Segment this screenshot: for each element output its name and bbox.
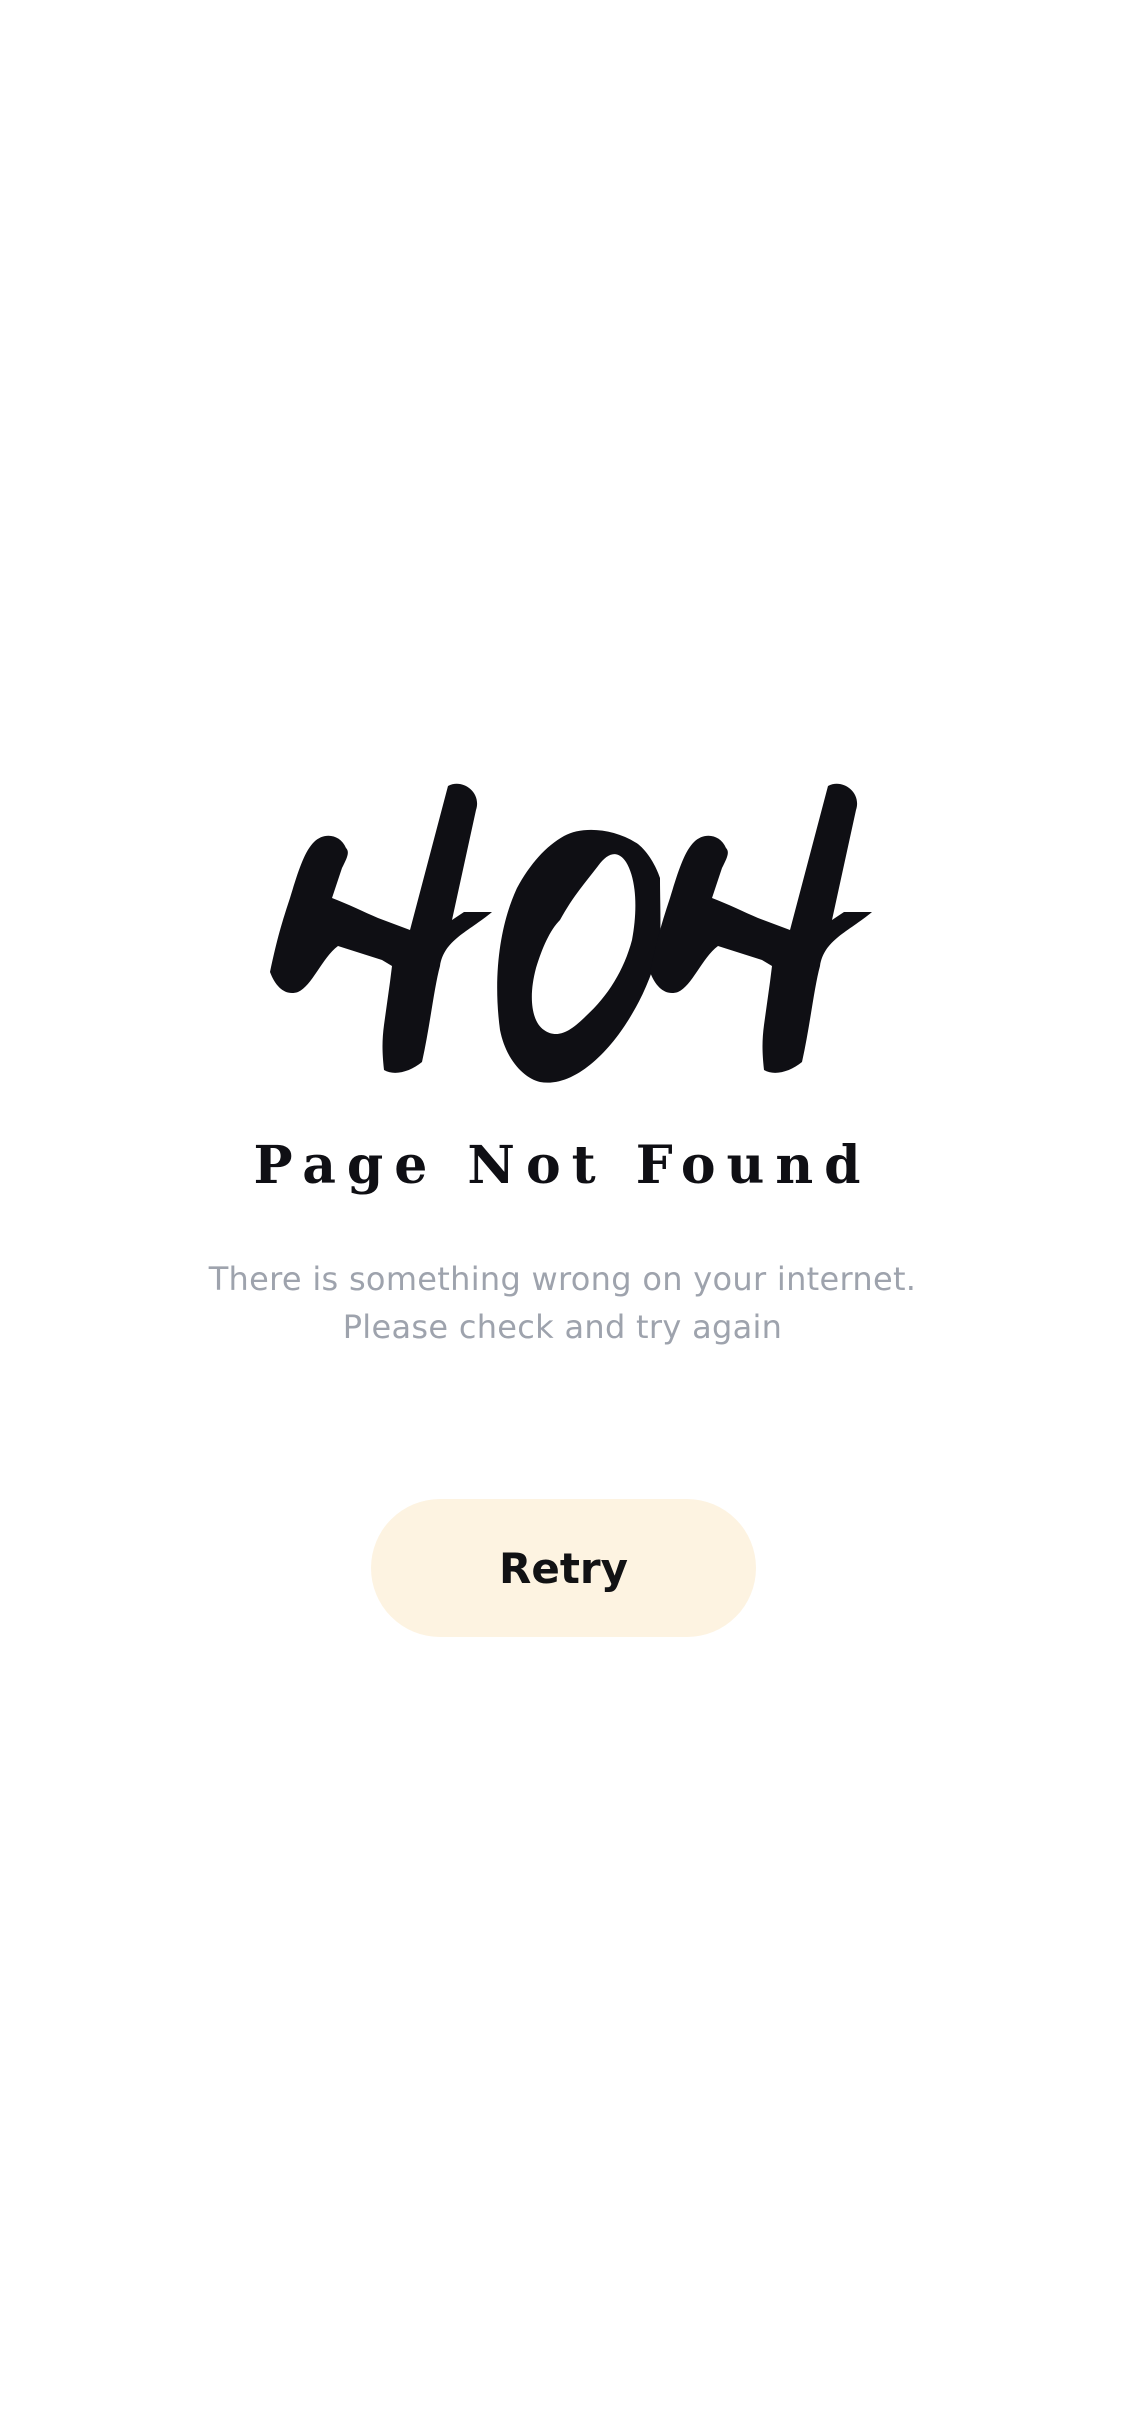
error-message-line-1: There is something wrong on your interne… [208, 1260, 917, 1298]
error-code-graphic [262, 770, 882, 1100]
error-message-line-2: Please check and try again [342, 1308, 783, 1346]
error-screen: Page Not Found There is something wrong … [0, 0, 1125, 2436]
page-title: Page Not Found [253, 1135, 872, 1196]
error-message: There is something wrong on your interne… [0, 1255, 1125, 1351]
retry-button[interactable]: Retry [371, 1499, 756, 1637]
